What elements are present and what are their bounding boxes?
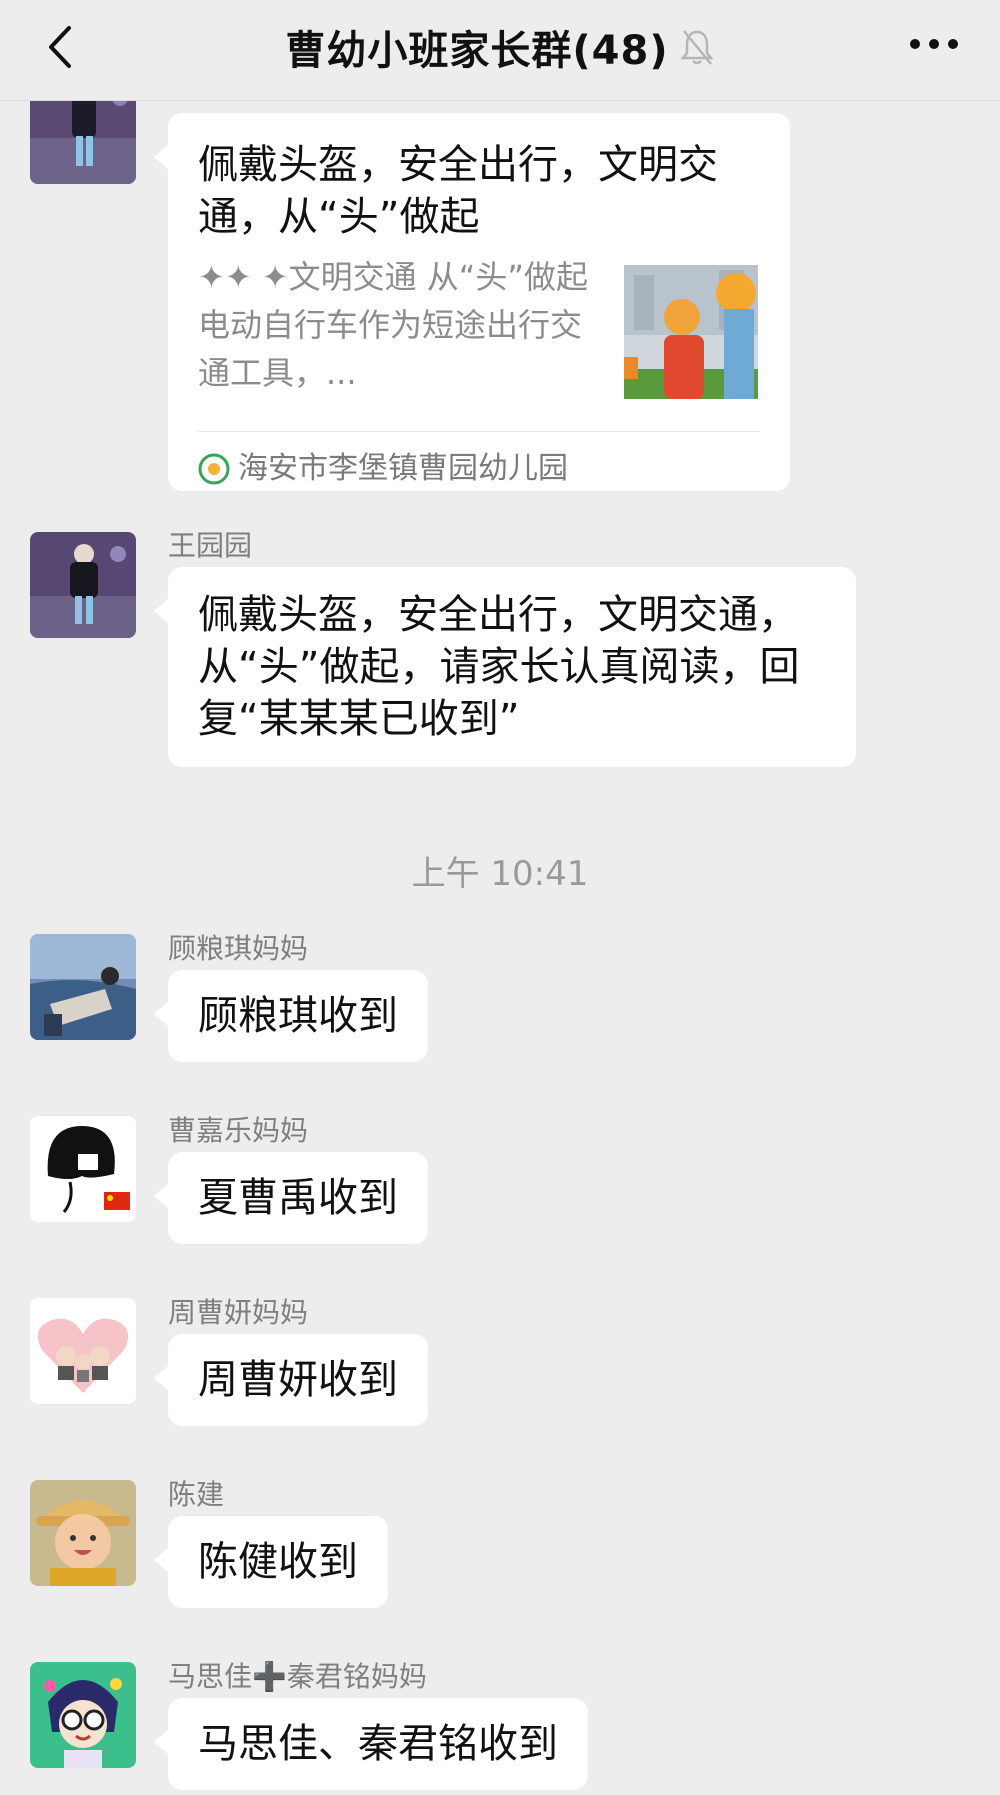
sender-name: 王园园 [168, 529, 253, 562]
avatar[interactable] [30, 1662, 136, 1768]
more-dots-icon [910, 39, 958, 49]
avatar[interactable] [30, 532, 136, 638]
sender-name: 马思佳➕秦君铭妈妈 [168, 1660, 427, 1693]
card-source-name: 海安市李堡镇曹园幼儿园 [238, 451, 568, 486]
message-text: 夏曹禹收到 [198, 1175, 398, 1221]
sender-name: 曹嘉乐妈妈 [168, 1114, 309, 1147]
card-thumbnail [624, 265, 758, 399]
avatar[interactable] [30, 1298, 136, 1404]
bell-muted-icon [680, 30, 714, 65]
more-button[interactable] [904, 24, 964, 64]
message-bubble[interactable]: 顾粮琪收到 [154, 970, 428, 1062]
sender-name: 陈建 [168, 1478, 225, 1511]
sender-name: 周曹妍妈妈 [168, 1296, 309, 1329]
card-divider [198, 431, 760, 432]
link-card[interactable]: 佩戴头盔，安全出行，文明交通，从“头”做起 ✦✦ ✦文明交通 从“头”做起 电动… [154, 113, 790, 491]
avatar[interactable] [30, 934, 136, 1040]
sender-name: 顾粮琪妈妈 [168, 932, 309, 965]
school-logo-icon [198, 453, 230, 485]
card-description: ✦✦ ✦文明交通 从“头”做起 电动自行车作为短途出行交通工具，... [198, 258, 588, 392]
message-bubble[interactable]: 夏曹禹收到 [154, 1152, 428, 1244]
message-bubble[interactable]: 周曹妍收到 [154, 1334, 428, 1426]
message-text: 顾粮琪收到 [198, 993, 398, 1039]
avatar[interactable] [30, 1116, 136, 1222]
message-text: 周曹妍收到 [198, 1357, 398, 1403]
card-title: 佩戴头盔，安全出行，文明交通，从“头”做起 [198, 142, 718, 240]
card-source: 海安市李堡镇曹园幼儿园 [198, 443, 568, 495]
top-bar: 曹幼小班家长群(48) [0, 0, 1000, 101]
chat-title: 曹幼小班家长群(48) [285, 28, 669, 74]
message-bubble[interactable]: 陈健收到 [154, 1516, 388, 1608]
message-text: 佩戴头盔，安全出行，文明交通，从“头”做起，请家长认真阅读，回复“某某某已收到” [198, 592, 800, 742]
avatar[interactable] [30, 1480, 136, 1586]
message-text: 陈健收到 [198, 1539, 358, 1585]
message-bubble[interactable]: 马思佳、秦君铭收到 [154, 1698, 588, 1790]
message-bubble[interactable]: 佩戴头盔，安全出行，文明交通，从“头”做起，请家长认真阅读，回复“某某某已收到” [154, 567, 856, 767]
message-text: 马思佳、秦君铭收到 [198, 1721, 558, 1767]
timestamp: 上午 10:41 [411, 854, 589, 894]
